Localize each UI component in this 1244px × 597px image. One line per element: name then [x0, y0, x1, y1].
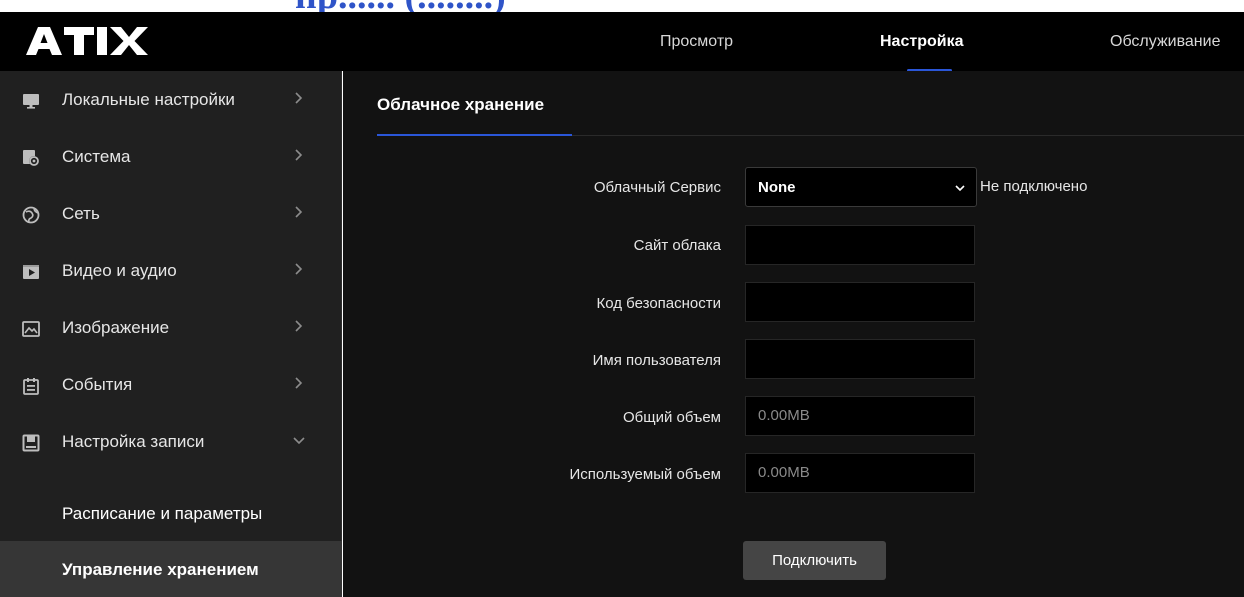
security-code-label: Код безопасности [596, 295, 722, 312]
cropped-title-strip: пр...... (........) [0, 0, 1244, 12]
tab-cloud-storage[interactable]: Облачное хранение [377, 95, 544, 115]
cloud-connection-status: Не подключено [980, 178, 1088, 195]
total-volume-label: Общий объем [623, 409, 721, 426]
used-volume-label: Используемый объем [569, 466, 721, 483]
sidebar-item-label: События [62, 375, 133, 394]
system-gear-icon [23, 150, 39, 166]
sidebar-item-network[interactable]: Сеть [0, 185, 342, 242]
sidebar-item-recording-settings[interactable]: Настройка записи [0, 413, 342, 470]
sidebar-item-label: Система [62, 147, 131, 166]
chevron-right-icon [295, 263, 303, 275]
used-volume-field: 0.00MB [745, 453, 975, 493]
sidebar-item-label: Изображение [62, 318, 170, 337]
active-page-tab-indicator [377, 134, 572, 136]
sidebar-subitem-storage-management[interactable]: Управление хранением [0, 541, 342, 597]
chevron-right-icon [295, 320, 303, 332]
sidebar-item-local-settings[interactable]: Локальные настройки [0, 71, 342, 128]
sidebar-item-label: Настройка записи [62, 432, 205, 451]
nav-tab-maintenance[interactable]: Обслуживание [1110, 33, 1220, 51]
top-navigation-bar: Просмотр Настройка Обслуживание [0, 12, 1244, 72]
cloud-service-label: Облачный Сервис [593, 179, 721, 196]
total-volume-field: 0.00MB [745, 396, 975, 436]
sidebar-item-events[interactable]: События [0, 356, 342, 413]
chevron-right-icon [295, 92, 303, 104]
sidebar-item-label: Локальные настройки [62, 90, 235, 109]
sidebar-item-label: Видео и аудио [62, 261, 177, 280]
main-content: Облачное хранение Облачный Сервис None Н… [343, 71, 1244, 597]
calendar-icon [23, 378, 39, 395]
cloud-service-value: None [758, 179, 796, 196]
cloud-service-select[interactable]: None [745, 167, 977, 207]
globe-icon [22, 206, 40, 224]
sidebar-item-image[interactable]: Изображение [0, 299, 342, 356]
sidebar-subitem-label: Расписание и параметры [62, 504, 263, 523]
username-input[interactable] [745, 339, 975, 379]
video-icon [23, 265, 39, 279]
username-label: Имя пользователя [592, 352, 721, 369]
settings-sidebar: Локальные настройки Система Сеть Видео и… [0, 71, 342, 597]
connect-button[interactable]: Подключить [743, 541, 886, 580]
monitor-icon [23, 94, 39, 109]
nav-tab-preview[interactable]: Просмотр [660, 33, 733, 51]
sidebar-item-video-audio[interactable]: Видео и аудио [0, 242, 342, 299]
chevron-down-icon [293, 437, 305, 445]
cloud-site-label: Сайт облака [633, 237, 721, 254]
image-icon [22, 321, 40, 337]
save-icon [22, 434, 40, 452]
nav-tab-settings[interactable]: Настройка [880, 33, 963, 51]
cropped-title-text: пр...... (........) [295, 0, 506, 12]
sidebar-subitem-label: Управление хранением [62, 560, 259, 579]
sidebar-item-label: Сеть [62, 204, 100, 223]
chevron-right-icon [295, 377, 303, 389]
atix-logo [26, 27, 148, 55]
chevron-down-icon [955, 185, 965, 192]
chevron-right-icon [295, 149, 303, 161]
cloud-site-input[interactable] [745, 225, 975, 265]
sidebar-subitem-schedule-parameters[interactable]: Расписание и параметры [0, 485, 342, 542]
security-code-input[interactable] [745, 282, 975, 322]
sidebar-item-system[interactable]: Система [0, 128, 342, 185]
chevron-right-icon [295, 206, 303, 218]
